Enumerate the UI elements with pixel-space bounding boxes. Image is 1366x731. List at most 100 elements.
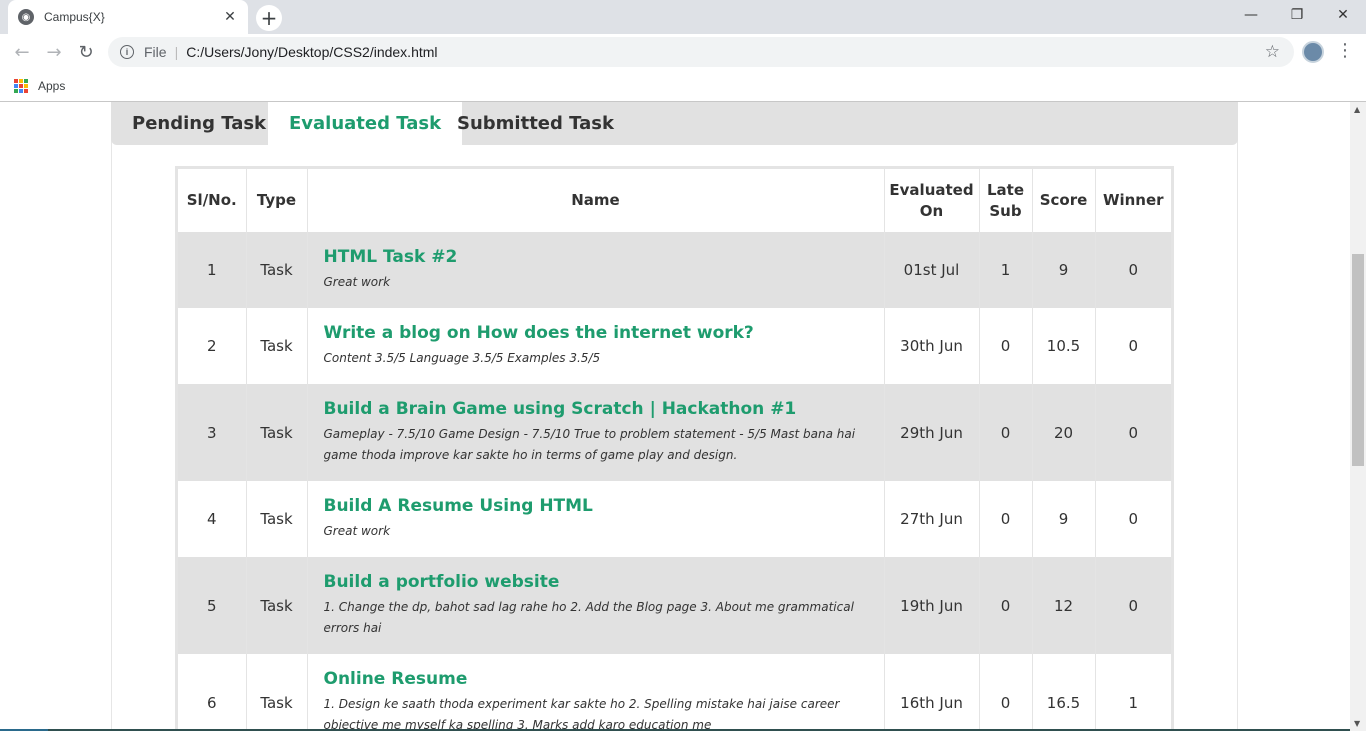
task-comment: Great work — [323, 524, 391, 538]
table-row: 6 Task Online Resume 1. Design ke saath … — [178, 654, 1171, 731]
forward-button[interactable]: → — [42, 40, 66, 64]
header-score: Score — [1032, 169, 1096, 232]
cell-late-sub: 0 — [979, 557, 1033, 654]
maximize-button[interactable]: ❐ — [1274, 0, 1320, 30]
cell-name: Build a Brain Game using Scratch | Hacka… — [307, 384, 885, 481]
cell-sl-no: 1 — [178, 232, 247, 308]
header-winner: Winner — [1095, 169, 1171, 232]
cell-winner: 0 — [1095, 481, 1171, 557]
task-comment: Gameplay - 7.5/10 Game Design - 7.5/10 T… — [323, 427, 856, 462]
header-evaluated-on: Evaluated On — [884, 169, 980, 232]
browser-tabstrip: ◉ Campus{X} ✕ + — ❐ ✕ — [0, 0, 1366, 34]
profile-avatar[interactable] — [1302, 41, 1324, 63]
cell-name: Online Resume 1. Design ke saath thoda e… — [307, 654, 885, 731]
table-row: 1 Task HTML Task #2 Great work 01st Jul … — [178, 232, 1171, 308]
table-row: 3 Task Build a Brain Game using Scratch … — [178, 384, 1171, 481]
cell-name: Build a portfolio website 1. Change the … — [307, 557, 885, 654]
tab-evaluated-task[interactable]: Evaluated Task — [268, 102, 463, 145]
header-type: Type — [246, 169, 308, 232]
url-scheme-label: File — [144, 44, 167, 60]
cell-winner: 0 — [1095, 308, 1171, 384]
scroll-up-arrow-icon[interactable]: ▲ — [1354, 105, 1360, 114]
info-icon[interactable]: i — [120, 45, 134, 59]
task-comment: Great work — [323, 275, 391, 289]
url-text[interactable]: C:/Users/Jony/Desktop/CSS2/index.html — [186, 44, 437, 60]
table-row: 5 Task Build a portfolio website 1. Chan… — [178, 557, 1171, 654]
cell-name: Write a blog on How does the internet wo… — [307, 308, 885, 384]
cell-late-sub: 0 — [979, 384, 1033, 481]
task-title-link[interactable]: HTML Task #2 — [324, 247, 868, 267]
tab-pending-task[interactable]: Pending Task — [111, 102, 287, 145]
cell-score: 9 — [1032, 481, 1096, 557]
cell-sl-no: 6 — [178, 654, 247, 731]
cell-evaluated-on: 27th Jun — [884, 481, 980, 557]
cell-late-sub: 0 — [979, 308, 1033, 384]
close-window-button[interactable]: ✕ — [1320, 0, 1366, 30]
browser-tab-title: Campus{X} — [44, 10, 105, 24]
browser-menu-icon[interactable]: ⋮ — [1336, 40, 1354, 61]
cell-evaluated-on: 16th Jun — [884, 654, 980, 731]
cell-type: Task — [246, 308, 308, 384]
page-viewport: Pending Task Evaluated Task Submitted Ta… — [0, 102, 1350, 731]
apps-grid-icon[interactable] — [14, 78, 28, 93]
header-late-sub: Late Sub — [979, 169, 1033, 232]
header-name: Name — [307, 169, 885, 232]
cell-sl-no: 2 — [178, 308, 247, 384]
task-title-link[interactable]: Build A Resume Using HTML — [324, 496, 868, 516]
scrollbar-thumb[interactable] — [1352, 254, 1364, 466]
task-tabs-bar: Pending Task Evaluated Task Submitted Ta… — [111, 102, 1238, 145]
cell-score: 12 — [1032, 557, 1096, 654]
task-title-link[interactable]: Build a portfolio website — [324, 572, 868, 592]
bookmarks-bar: Apps — [0, 70, 1366, 102]
cell-score: 9 — [1032, 232, 1096, 308]
cell-winner: 0 — [1095, 232, 1171, 308]
evaluated-tasks-table-wrapper: Sl/No. Type Name Evaluated On Late Sub S… — [175, 166, 1174, 731]
cell-type: Task — [246, 654, 308, 731]
evaluated-tasks-table: Sl/No. Type Name Evaluated On Late Sub S… — [178, 169, 1171, 731]
table-header-row: Sl/No. Type Name Evaluated On Late Sub S… — [178, 169, 1171, 232]
task-comment: Content 3.5/5 Language 3.5/5 Examples 3.… — [323, 351, 601, 365]
task-title-link[interactable]: Build a Brain Game using Scratch | Hacka… — [324, 399, 868, 419]
cell-score: 20 — [1032, 384, 1096, 481]
cell-score: 10.5 — [1032, 308, 1096, 384]
task-title-link[interactable]: Online Resume — [324, 669, 868, 689]
cell-type: Task — [246, 481, 308, 557]
cell-score: 16.5 — [1032, 654, 1096, 731]
page-scrollbar[interactable]: ▲ ▼ — [1350, 102, 1366, 731]
apps-bookmark[interactable]: Apps — [38, 79, 65, 93]
cell-sl-no: 4 — [178, 481, 247, 557]
new-tab-button[interactable]: + — [256, 5, 282, 31]
scroll-down-arrow-icon[interactable]: ▼ — [1354, 719, 1360, 728]
cell-evaluated-on: 19th Jun — [884, 557, 980, 654]
header-sl-no: Sl/No. — [178, 169, 247, 232]
task-title-link[interactable]: Write a blog on How does the internet wo… — [324, 323, 868, 343]
cell-type: Task — [246, 557, 308, 654]
browser-toolbar: ← → ↻ i File | C:/Users/Jony/Desktop/CSS… — [0, 34, 1366, 70]
cell-sl-no: 5 — [178, 557, 247, 654]
table-row: 4 Task Build A Resume Using HTML Great w… — [178, 481, 1171, 557]
table-row: 2 Task Write a blog on How does the inte… — [178, 308, 1171, 384]
minimize-button[interactable]: — — [1228, 0, 1274, 30]
cell-winner: 1 — [1095, 654, 1171, 731]
globe-icon: ◉ — [18, 9, 34, 25]
url-separator: | — [174, 44, 179, 60]
back-button[interactable]: ← — [10, 40, 34, 64]
tab-submitted-task[interactable]: Submitted Task — [436, 102, 635, 145]
bookmark-star-icon[interactable]: ☆ — [1265, 42, 1280, 62]
cell-evaluated-on: 29th Jun — [884, 384, 980, 481]
task-comment: 1. Design ke saath thoda experiment kar … — [323, 697, 840, 731]
cell-type: Task — [246, 232, 308, 308]
cell-evaluated-on: 01st Jul — [884, 232, 980, 308]
cell-name: Build A Resume Using HTML Great work — [307, 481, 885, 557]
task-comment: 1. Change the dp, bahot sad lag rahe ho … — [323, 600, 854, 635]
address-bar[interactable]: i File | C:/Users/Jony/Desktop/CSS2/inde… — [108, 37, 1294, 67]
browser-tab[interactable]: ◉ Campus{X} ✕ — [8, 0, 248, 34]
cell-winner: 0 — [1095, 557, 1171, 654]
reload-button[interactable]: ↻ — [74, 40, 98, 64]
cell-late-sub: 0 — [979, 481, 1033, 557]
close-tab-icon[interactable]: ✕ — [222, 9, 238, 25]
cell-late-sub: 1 — [979, 232, 1033, 308]
cell-late-sub: 0 — [979, 654, 1033, 731]
cell-sl-no: 3 — [178, 384, 247, 481]
cell-winner: 0 — [1095, 384, 1171, 481]
